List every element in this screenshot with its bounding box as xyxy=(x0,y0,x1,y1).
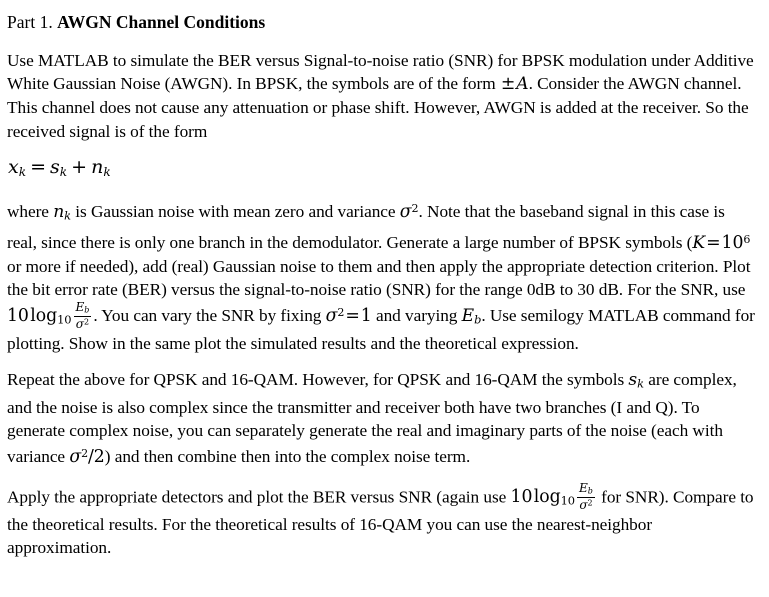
equation-math: xk = sk + nk xyxy=(8,155,111,179)
p3-segment-1: Repeat the above for QPSK and 16-QAM. Ho… xyxy=(7,370,629,390)
snr-fraction-denominator-1: σ2 xyxy=(73,316,92,332)
p2-segment-4: or more if needed), add (real) Gaussian … xyxy=(7,256,751,299)
energy-subscript-1: b xyxy=(84,305,90,315)
symbol-s: s xyxy=(628,370,638,391)
equation-s: s xyxy=(50,155,60,178)
equation-n-subscript: k xyxy=(103,164,111,179)
energy-subscript-2: b xyxy=(587,486,593,496)
sigma-fixed-math: σ2=1 xyxy=(325,306,372,327)
energy-symbol-2: E xyxy=(579,481,588,496)
energy-symbol-1: E xyxy=(75,300,85,315)
p2-segment-6: and varying xyxy=(371,306,462,326)
p2-segment-1: where xyxy=(7,201,54,221)
sigma-denominator-exponent-2: 2 xyxy=(587,498,593,508)
sigma-exponent-1: 2 xyxy=(411,201,419,215)
p3-segment-3: ) and then combine then into the complex… xyxy=(104,447,471,467)
equation-x: x xyxy=(8,155,19,178)
equation-n: n xyxy=(91,155,104,178)
symbol-count-base: 10 xyxy=(721,232,744,253)
sigma-denominator-1: σ xyxy=(75,317,85,332)
amplitude-variable: A xyxy=(516,74,529,95)
heading-title: AWGN Channel Conditions xyxy=(57,12,266,32)
snr-fraction-numerator-1: Eb xyxy=(74,301,92,316)
document-body: Part 1. AWGN Channel Conditions Use MATL… xyxy=(0,0,769,559)
snr-formula-1: 10 log10 Eb σ2 xyxy=(7,301,93,331)
p4-segment-1: Apply the appropriate detectors and plot… xyxy=(7,487,511,507)
sigma-equals: = xyxy=(345,306,360,327)
equation-x-subscript: k xyxy=(18,164,27,179)
bit-energy-math: Eb xyxy=(461,306,482,327)
sigma-denominator-2: σ xyxy=(579,498,588,513)
snr-log-base-2: 10 xyxy=(560,493,576,508)
variance-sigma-squared-1: σ2 xyxy=(399,201,419,222)
snr-log-1: log10 xyxy=(30,306,71,326)
sigma-value: 1 xyxy=(360,306,372,327)
half-variance-math: σ2/2 xyxy=(69,447,105,468)
symbol-count-math: K=106 xyxy=(692,232,751,253)
sigma-symbol-3: σ xyxy=(69,447,82,468)
sigma-symbol-1: σ xyxy=(399,201,412,222)
paragraph-bpsk-details: where nk is Gaussian noise with mean zer… xyxy=(7,197,757,355)
snr-fraction-numerator-2: Eb xyxy=(577,482,595,497)
snr-coefficient-2: 10 xyxy=(510,487,533,508)
sigma-denominator-exponent-1: 2 xyxy=(84,317,90,327)
symbol-s-subscript: k xyxy=(637,376,644,391)
paragraph-intro: Use MATLAB to simulate the BER versus Si… xyxy=(7,49,757,143)
symbol-count-equals: = xyxy=(706,232,721,253)
symbol-count-K: K xyxy=(692,232,706,253)
document-page: Part 1. AWGN Channel Conditions Use MATL… xyxy=(0,0,769,597)
sigma-divided-by-two: /2 xyxy=(88,447,105,468)
received-signal-equation: xk = sk + nk xyxy=(7,156,757,184)
heading-lead: Part 1. xyxy=(7,12,53,32)
bit-energy-E: E xyxy=(461,306,475,327)
snr-formula-2: 10 log10 Eb σ2 xyxy=(510,482,597,512)
equation-plus: + xyxy=(71,155,88,178)
symbol-count-exponent: 6 xyxy=(743,232,751,246)
snr-fraction-denominator-2: σ2 xyxy=(577,497,595,512)
p2-segment-2: is Gaussian noise with mean zero and var… xyxy=(71,201,400,221)
symbol-s-math: sk xyxy=(628,370,644,391)
sigma-symbol-2: σ xyxy=(325,306,338,327)
snr-fraction-2: Eb σ2 xyxy=(577,482,595,512)
snr-coefficient-1: 10 xyxy=(7,306,29,327)
sigma-exponent-3: 2 xyxy=(81,447,89,461)
noise-n: n xyxy=(53,201,65,222)
p2-segment-5: . You can vary the SNR by fixing xyxy=(93,306,326,326)
snr-log-base-1: 10 xyxy=(57,312,72,327)
page-title: Part 1. AWGN Channel Conditions xyxy=(7,9,757,35)
paragraph-qpsk-qam: Repeat the above for QPSK and 16-QAM. Ho… xyxy=(7,368,757,469)
plus-minus-amplitude-math: ±A xyxy=(500,74,529,95)
snr-log-text-2: log xyxy=(533,487,561,508)
noise-n-subscript: k xyxy=(64,208,72,223)
snr-fraction-1: Eb σ2 xyxy=(73,301,92,332)
plus-minus-symbol: ± xyxy=(500,74,516,95)
noise-variable-math: nk xyxy=(53,201,72,223)
equation-equals: = xyxy=(30,155,47,178)
paragraph-detectors: Apply the appropriate detectors and plot… xyxy=(7,482,757,560)
snr-log-text-1: log xyxy=(30,306,58,327)
snr-log-2: log10 xyxy=(534,487,575,507)
